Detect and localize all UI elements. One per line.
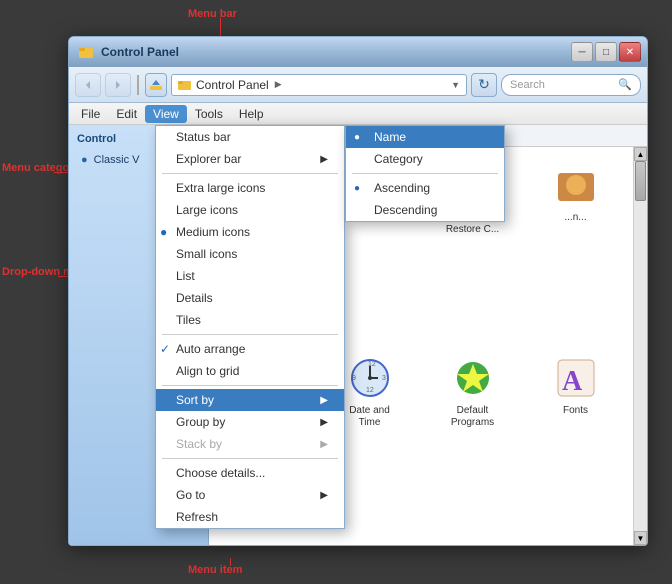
partial-img bbox=[552, 161, 600, 209]
menu-list[interactable]: List bbox=[156, 265, 344, 287]
auto-arrange-check: ✓ bbox=[160, 342, 170, 356]
address-dropdown-arrow[interactable]: ▶ bbox=[275, 79, 282, 90]
menu-large[interactable]: Large icons bbox=[156, 199, 344, 221]
address-bar[interactable]: Control Panel ▶ ▼ bbox=[171, 74, 467, 96]
fonts-img: A bbox=[552, 354, 600, 402]
bullet-icon: ● bbox=[81, 154, 88, 166]
toolbar: Control Panel ▶ ▼ ↻ Search 🔍 bbox=[69, 67, 647, 103]
sort-sep bbox=[352, 173, 498, 174]
maximize-button[interactable]: □ bbox=[595, 42, 617, 62]
menu-item-annotation: Menu item bbox=[188, 564, 242, 576]
address-arrow: ▼ bbox=[451, 80, 460, 90]
icon-partial[interactable]: ...n... bbox=[526, 155, 625, 344]
date-time-label: Date andTime bbox=[349, 405, 390, 429]
menu-medium[interactable]: ●Medium icons bbox=[156, 221, 344, 243]
menu-group-by[interactable]: Group by ▶ bbox=[156, 411, 344, 433]
explorer-bar-arrow: ▶ bbox=[320, 154, 328, 165]
menu-stack-by: Stack by ▶ bbox=[156, 433, 344, 455]
menu-choose-details[interactable]: Choose details... bbox=[156, 462, 344, 484]
scroll-track bbox=[634, 161, 647, 531]
menu-status-bar[interactable]: Status bar bbox=[156, 126, 344, 148]
sort-by-arrow: ▶ bbox=[320, 395, 328, 406]
menu-sep4 bbox=[162, 458, 338, 459]
menu-sep1 bbox=[162, 173, 338, 174]
address-text: Control Panel bbox=[196, 78, 269, 92]
svg-text:3: 3 bbox=[382, 375, 386, 382]
menu-bar: File Edit View Tools Help bbox=[69, 103, 647, 125]
help-menu[interactable]: Help bbox=[231, 105, 272, 123]
svg-text:A: A bbox=[562, 366, 583, 397]
group-by-arrow: ▶ bbox=[320, 417, 328, 428]
svg-text:12: 12 bbox=[368, 361, 376, 368]
window-controls: ─ □ ✕ bbox=[571, 42, 641, 62]
tools-menu[interactable]: Tools bbox=[187, 105, 231, 123]
folder-address-icon bbox=[178, 78, 192, 92]
sort-ascending[interactable]: ● Ascending bbox=[346, 177, 504, 199]
menu-sep3 bbox=[162, 385, 338, 386]
window-title: Control Panel bbox=[101, 45, 179, 59]
stack-by-arrow: ▶ bbox=[320, 439, 328, 450]
sort-descending[interactable]: Descending bbox=[346, 199, 504, 221]
forward-button[interactable] bbox=[105, 73, 131, 97]
toolbar-separator bbox=[137, 75, 139, 95]
view-menu[interactable]: View bbox=[145, 105, 187, 123]
title-bar: Control Panel ─ □ ✕ bbox=[69, 37, 647, 67]
refresh-button[interactable]: ↻ bbox=[471, 73, 497, 97]
scroll-thumb[interactable] bbox=[635, 161, 646, 201]
sort-category[interactable]: Category bbox=[346, 148, 504, 170]
up-button[interactable] bbox=[145, 73, 167, 97]
icon-fonts[interactable]: A Fonts bbox=[526, 348, 625, 537]
view-dropdown-menu: Status bar Explorer bar ▶ Extra large ic… bbox=[155, 125, 345, 529]
icon-default-programs[interactable]: DefaultPrograms bbox=[423, 348, 522, 537]
default-programs-img bbox=[449, 354, 497, 402]
menu-item-vline bbox=[230, 558, 231, 566]
menu-sep2 bbox=[162, 334, 338, 335]
sort-by-submenu: ● Name Category ● Ascending Descending bbox=[345, 125, 505, 222]
medium-check: ● bbox=[160, 225, 167, 239]
menu-details[interactable]: Details bbox=[156, 287, 344, 309]
menu-small[interactable]: Small icons bbox=[156, 243, 344, 265]
menu-refresh[interactable]: Refresh bbox=[156, 506, 344, 528]
minimize-button[interactable]: ─ bbox=[571, 42, 593, 62]
edit-menu[interactable]: Edit bbox=[108, 105, 145, 123]
main-window: Control Panel ─ □ ✕ Control Panel ▶ ▼ bbox=[68, 36, 648, 546]
svg-text:9: 9 bbox=[352, 375, 356, 382]
sidebar-item-label: Classic V bbox=[94, 154, 140, 166]
go-to-arrow: ▶ bbox=[320, 490, 328, 501]
menu-explorer-bar[interactable]: Explorer bar ▶ bbox=[156, 148, 344, 170]
scrollbar: ▲ ▼ bbox=[633, 147, 647, 545]
menu-bar-arrow bbox=[220, 18, 221, 38]
menu-extra-large[interactable]: Extra large icons bbox=[156, 177, 344, 199]
menu-tiles[interactable]: Tiles bbox=[156, 309, 344, 331]
menu-sort-by[interactable]: Sort by ▶ bbox=[156, 389, 344, 411]
search-icon[interactable]: 🔍 bbox=[618, 78, 632, 91]
default-programs-label: DefaultPrograms bbox=[451, 405, 494, 429]
sort-name[interactable]: ● Name bbox=[346, 126, 504, 148]
svg-text:12: 12 bbox=[366, 387, 374, 394]
file-menu[interactable]: File bbox=[73, 105, 108, 123]
search-bar[interactable]: Search 🔍 bbox=[501, 74, 641, 96]
menu-go-to[interactable]: Go to ▶ bbox=[156, 484, 344, 506]
partial-label: ...n... bbox=[564, 212, 586, 224]
back-button[interactable] bbox=[75, 73, 101, 97]
fonts-label: Fonts bbox=[563, 405, 588, 417]
scroll-down-arrow[interactable]: ▼ bbox=[634, 531, 647, 545]
scroll-up-arrow[interactable]: ▲ bbox=[634, 147, 647, 161]
folder-icon bbox=[79, 44, 95, 60]
close-button[interactable]: ✕ bbox=[619, 42, 641, 62]
name-check: ● bbox=[354, 132, 360, 143]
menu-bar-annotation: Menu bar bbox=[188, 8, 237, 20]
menu-align-grid[interactable]: Align to grid bbox=[156, 360, 344, 382]
date-time-img: 12 3 12 9 bbox=[346, 354, 394, 402]
search-placeholder: Search bbox=[510, 79, 545, 91]
menu-auto-arrange[interactable]: ✓Auto arrange bbox=[156, 338, 344, 360]
ascending-check: ● bbox=[354, 183, 360, 194]
